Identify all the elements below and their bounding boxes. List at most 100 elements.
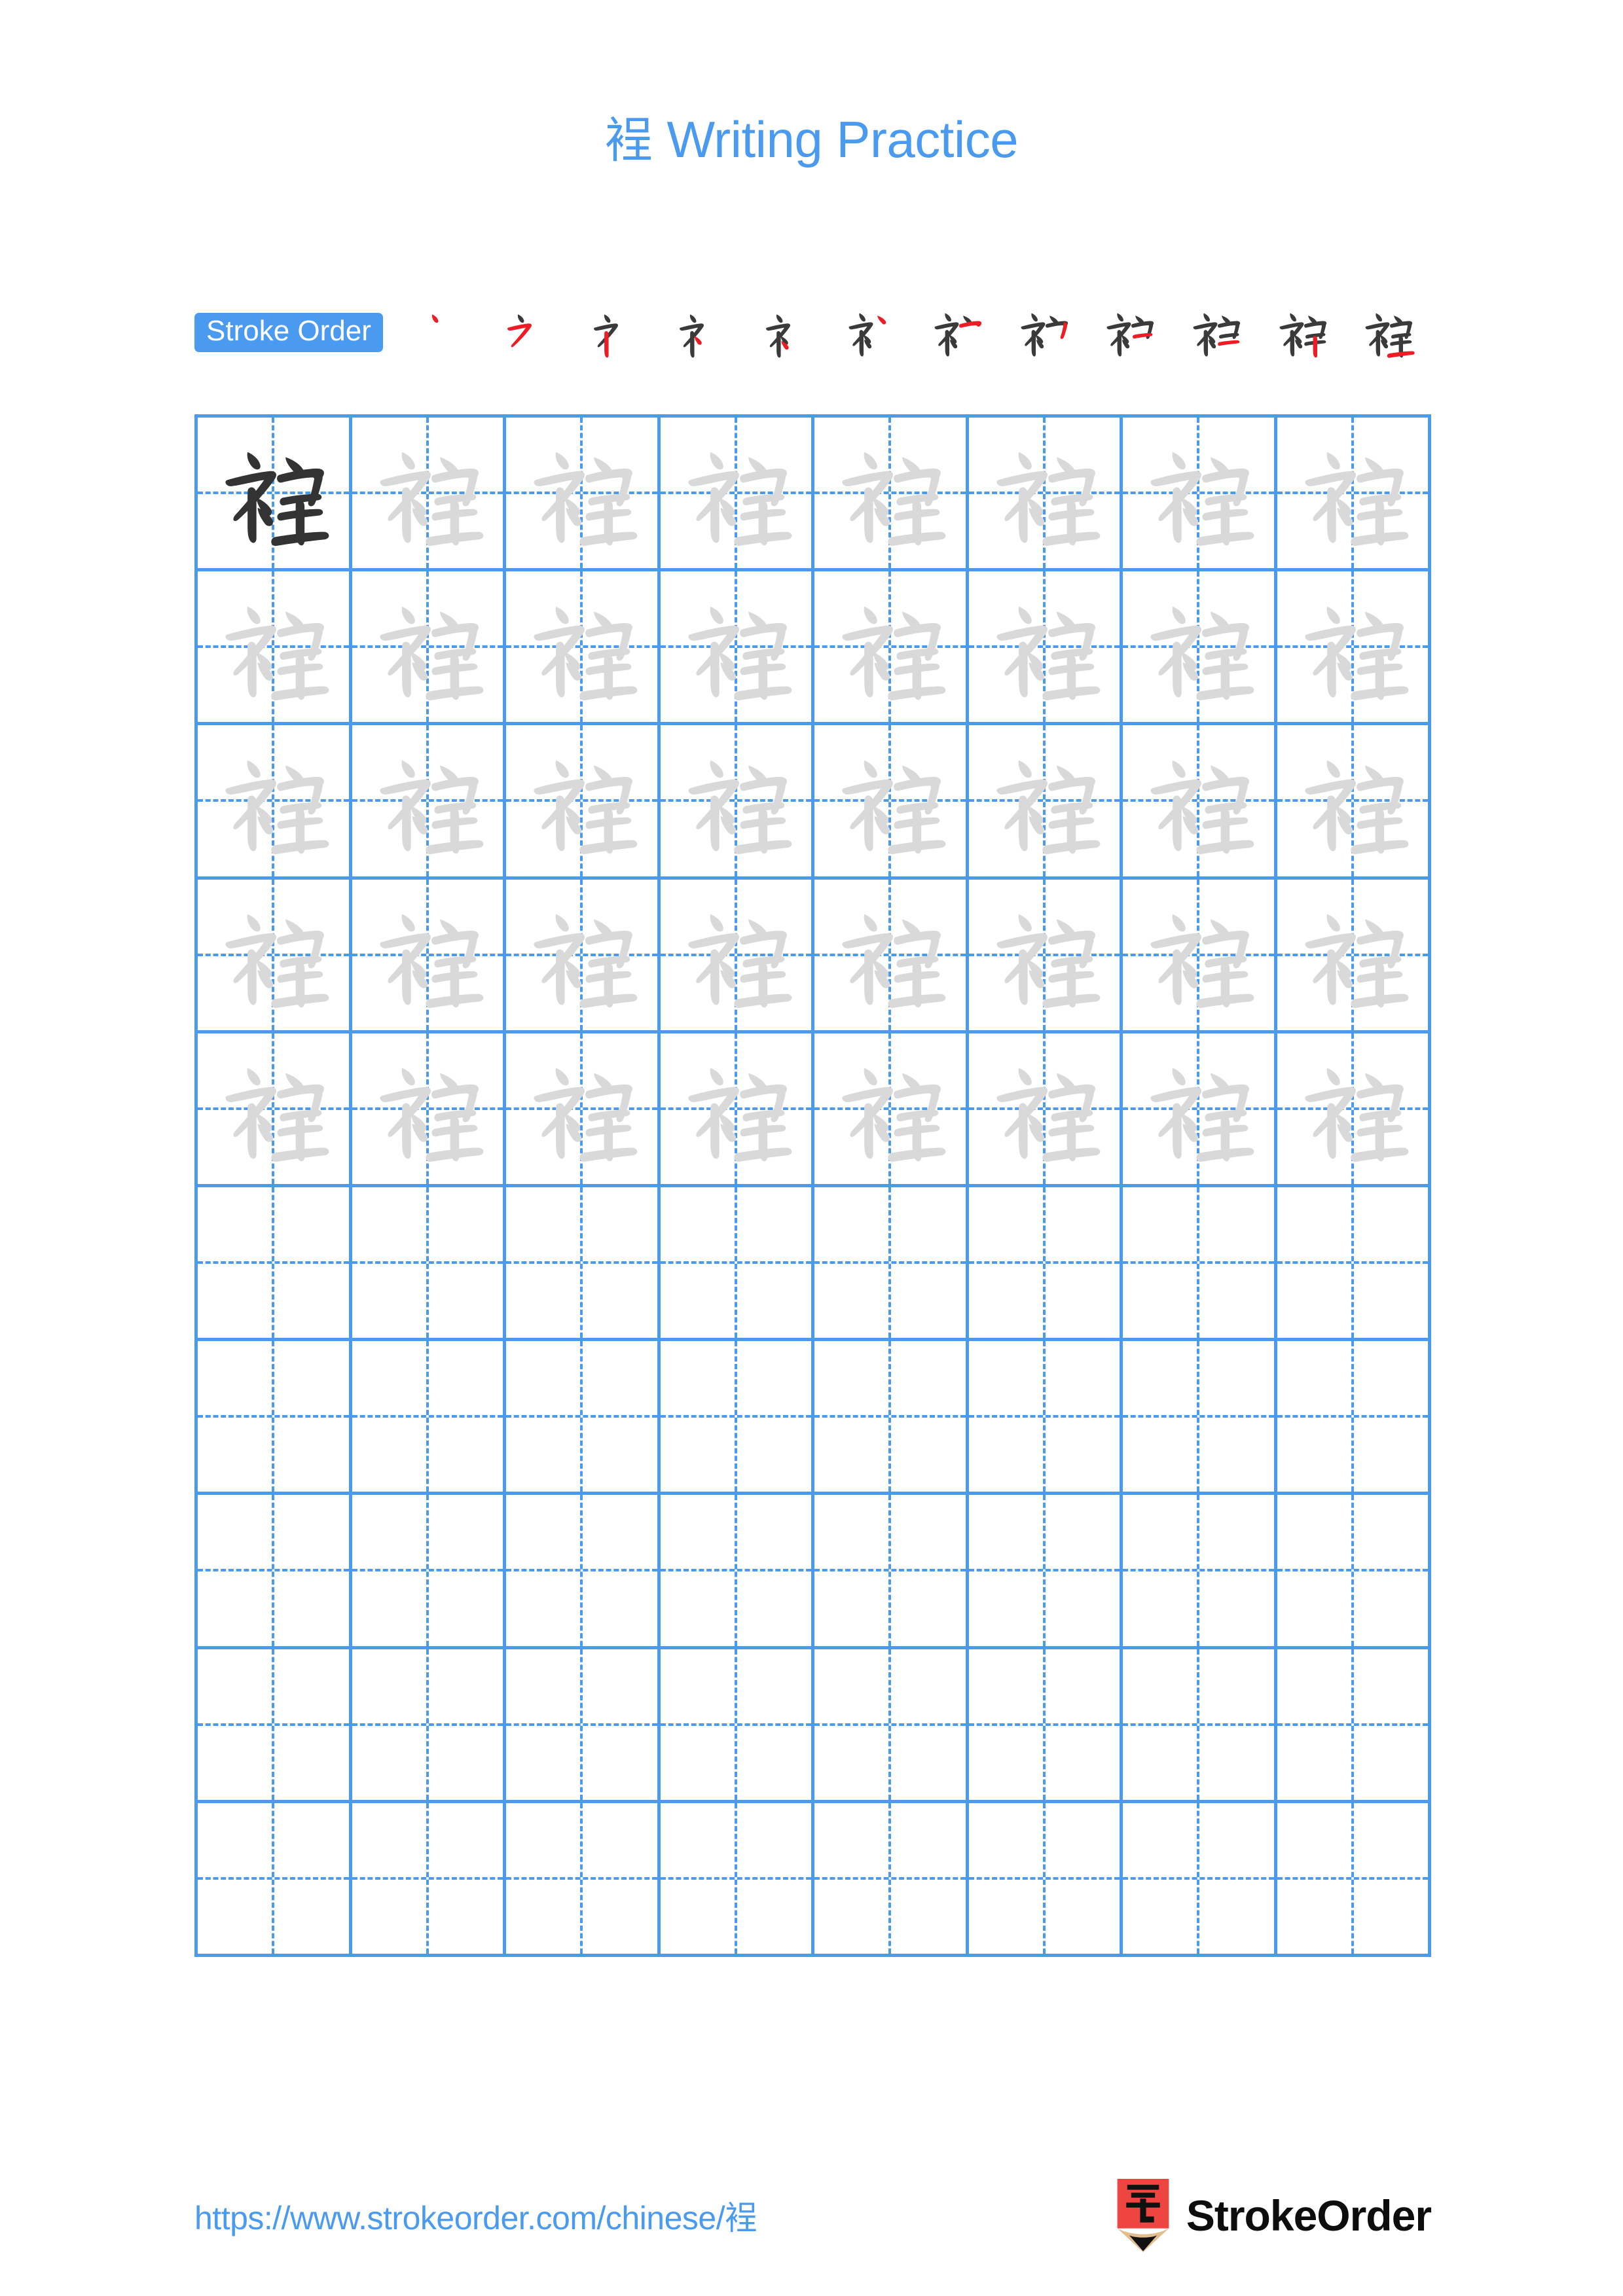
- practice-cell-r1c7[interactable]: [1123, 418, 1277, 572]
- practice-cell-r8c5[interactable]: [814, 1495, 969, 1649]
- practice-cell-r6c7[interactable]: [1123, 1187, 1277, 1342]
- practice-cell-r10c5[interactable]: [814, 1803, 969, 1957]
- practice-cell-r8c6[interactable]: [968, 1495, 1123, 1649]
- practice-cell-r1c6[interactable]: [968, 418, 1123, 572]
- practice-cell-r7c4[interactable]: [660, 1341, 814, 1496]
- stroke-order-badge: Stroke Order: [194, 313, 383, 352]
- practice-cell-r10c1[interactable]: [198, 1803, 352, 1957]
- practice-cell-r1c8[interactable]: [1277, 418, 1431, 572]
- practice-cell-r6c3[interactable]: [506, 1187, 661, 1342]
- practice-cell-r5c3[interactable]: [506, 1033, 661, 1187]
- practice-cell-r6c5[interactable]: [814, 1187, 969, 1342]
- practice-cell-r2c7[interactable]: [1123, 571, 1277, 726]
- practice-cell-r8c4[interactable]: [660, 1495, 814, 1649]
- stroke-step-10: [1173, 300, 1259, 365]
- practice-cell-r3c3[interactable]: [506, 725, 661, 880]
- traced-character: [506, 880, 657, 1030]
- practice-cell-r2c3[interactable]: [506, 571, 661, 726]
- practice-cell-r2c6[interactable]: [968, 571, 1123, 726]
- practice-cell-r6c1[interactable]: [198, 1187, 352, 1342]
- practice-cell-r10c6[interactable]: [968, 1803, 1123, 1957]
- stroke-step-5: [742, 300, 828, 365]
- traced-character: [969, 571, 1120, 722]
- practice-cell-r2c4[interactable]: [660, 571, 814, 726]
- traced-character: [1123, 571, 1274, 722]
- practice-cell-r8c3[interactable]: [506, 1495, 661, 1649]
- practice-cell-r9c8[interactable]: [1277, 1649, 1431, 1803]
- practice-cell-r9c7[interactable]: [1123, 1649, 1277, 1803]
- practice-cell-r7c6[interactable]: [968, 1341, 1123, 1496]
- source-url-link[interactable]: https://www.strokeorder.com/chinese/裎: [194, 2192, 757, 2239]
- traced-character: [506, 418, 657, 568]
- stroke-step-4: [656, 300, 742, 365]
- practice-cell-r1c2[interactable]: [352, 418, 506, 572]
- traced-character: [814, 418, 966, 568]
- practice-cell-r9c1[interactable]: [198, 1649, 352, 1803]
- practice-cell-r2c1[interactable]: [198, 571, 352, 726]
- practice-cell-r3c8[interactable]: [1277, 725, 1431, 880]
- page-title-character: 裎: [604, 113, 653, 169]
- practice-cell-r5c4[interactable]: [660, 1033, 814, 1187]
- stroke-step-6: [828, 300, 915, 365]
- practice-cell-r7c2[interactable]: [352, 1341, 506, 1496]
- traced-character: [198, 571, 349, 722]
- practice-cell-r10c7[interactable]: [1123, 1803, 1277, 1957]
- practice-cell-r3c7[interactable]: [1123, 725, 1277, 880]
- practice-cell-r7c3[interactable]: [506, 1341, 661, 1496]
- practice-cell-r9c6[interactable]: [968, 1649, 1123, 1803]
- stroke-step-7: [914, 300, 1000, 365]
- practice-cell-r8c8[interactable]: [1277, 1495, 1431, 1649]
- practice-cell-r6c4[interactable]: [660, 1187, 814, 1342]
- practice-cell-r7c8[interactable]: [1277, 1341, 1431, 1496]
- practice-cell-r2c2[interactable]: [352, 571, 506, 726]
- traced-character: [969, 725, 1120, 876]
- practice-cell-r9c4[interactable]: [660, 1649, 814, 1803]
- practice-cell-r8c2[interactable]: [352, 1495, 506, 1649]
- practice-cell-r10c3[interactable]: [506, 1803, 661, 1957]
- practice-cell-r4c3[interactable]: [506, 879, 661, 1033]
- practice-cell-r5c1[interactable]: [198, 1033, 352, 1187]
- practice-cell-r6c2[interactable]: [352, 1187, 506, 1342]
- practice-cell-r5c5[interactable]: [814, 1033, 969, 1187]
- practice-cell-r10c2[interactable]: [352, 1803, 506, 1957]
- practice-cell-r4c5[interactable]: [814, 879, 969, 1033]
- practice-cell-r8c1[interactable]: [198, 1495, 352, 1649]
- practice-cell-r9c5[interactable]: [814, 1649, 969, 1803]
- practice-cell-r3c4[interactable]: [660, 725, 814, 880]
- practice-cell-r2c5[interactable]: [814, 571, 969, 726]
- practice-cell-r4c1[interactable]: [198, 879, 352, 1033]
- traced-character: [1123, 725, 1274, 876]
- practice-cell-r5c2[interactable]: [352, 1033, 506, 1187]
- practice-cell-r3c1[interactable]: [198, 725, 352, 880]
- traced-character: [1123, 1033, 1274, 1184]
- practice-cell-r4c2[interactable]: [352, 879, 506, 1033]
- practice-cell-r9c3[interactable]: [506, 1649, 661, 1803]
- practice-cell-r4c4[interactable]: [660, 879, 814, 1033]
- practice-cell-r10c4[interactable]: [660, 1803, 814, 1957]
- practice-cell-r3c6[interactable]: [968, 725, 1123, 880]
- practice-cell-r1c1[interactable]: [198, 418, 352, 572]
- practice-cell-r5c6[interactable]: [968, 1033, 1123, 1187]
- practice-cell-r1c4[interactable]: [660, 418, 814, 572]
- practice-cell-r3c5[interactable]: [814, 725, 969, 880]
- practice-cell-r7c5[interactable]: [814, 1341, 969, 1496]
- practice-cell-r2c8[interactable]: [1277, 571, 1431, 726]
- practice-cell-r4c7[interactable]: [1123, 879, 1277, 1033]
- practice-cell-r1c5[interactable]: [814, 418, 969, 572]
- traced-character: [969, 418, 1120, 568]
- practice-cell-r7c7[interactable]: [1123, 1341, 1277, 1496]
- practice-cell-r4c6[interactable]: [968, 879, 1123, 1033]
- practice-cell-r4c8[interactable]: [1277, 879, 1431, 1033]
- practice-cell-r1c3[interactable]: [506, 418, 661, 572]
- practice-cell-r5c8[interactable]: [1277, 1033, 1431, 1187]
- practice-cell-r6c6[interactable]: [968, 1187, 1123, 1342]
- practice-cell-r3c2[interactable]: [352, 725, 506, 880]
- practice-cell-r10c8[interactable]: [1277, 1803, 1431, 1957]
- practice-cell-r5c7[interactable]: [1123, 1033, 1277, 1187]
- practice-cell-r8c7[interactable]: [1123, 1495, 1277, 1649]
- practice-cell-r9c2[interactable]: [352, 1649, 506, 1803]
- brand-lockup[interactable]: StrokeOrder: [1113, 2179, 1432, 2252]
- traced-character: [198, 880, 349, 1030]
- practice-cell-r6c8[interactable]: [1277, 1187, 1431, 1342]
- practice-cell-r7c1[interactable]: [198, 1341, 352, 1496]
